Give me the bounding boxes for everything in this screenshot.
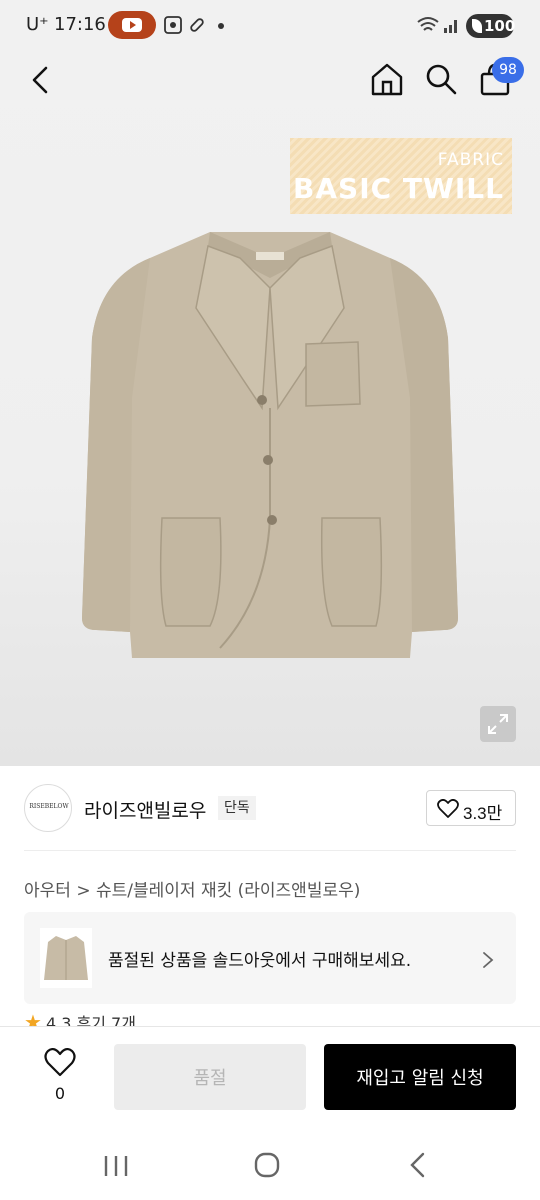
jacket-product-image bbox=[82, 232, 458, 658]
brand-like-count: 3.3만 bbox=[463, 804, 503, 823]
brand-name[interactable]: 라이즈앤빌로우 bbox=[84, 796, 206, 823]
chevron-right-icon bbox=[483, 952, 494, 968]
exclusive-badge: 단독 bbox=[218, 796, 256, 820]
youtube-notification-icon bbox=[108, 11, 156, 39]
signal-icon bbox=[444, 20, 457, 33]
restock-alert-button[interactable]: 재입고 알림 신청 bbox=[324, 1044, 516, 1110]
back-nav-icon bbox=[410, 1152, 425, 1178]
home-button[interactable] bbox=[368, 60, 406, 98]
carrier-label: U⁺ bbox=[26, 14, 49, 35]
battery-level: 100 bbox=[484, 17, 516, 35]
system-back-button[interactable] bbox=[398, 1148, 438, 1184]
breadcrumb[interactable]: 아우터 > 슈트/블레이저 재킷 (라이즈앤빌로우) bbox=[24, 876, 360, 901]
clock: 17:16 bbox=[54, 14, 106, 35]
soldout-message: 품절된 상품을 솔드아웃에서 구매해보세요. bbox=[108, 951, 412, 971]
home-icon bbox=[371, 63, 403, 96]
home-circle-icon bbox=[254, 1152, 280, 1178]
back-button[interactable] bbox=[26, 62, 58, 98]
search-button[interactable] bbox=[422, 60, 460, 98]
notification-dot bbox=[218, 23, 224, 29]
pill-icon bbox=[190, 18, 204, 32]
screenshot-icon bbox=[164, 16, 182, 34]
wishlist-count: 0 bbox=[54, 1084, 66, 1103]
brand-logo[interactable]: RISEBELOW bbox=[24, 784, 72, 832]
status-bar: U⁺ 17:16 100 bbox=[0, 0, 540, 52]
battery-saver-icon bbox=[472, 19, 482, 33]
heart-icon bbox=[437, 799, 459, 818]
battery-indicator: 100 bbox=[466, 14, 516, 38]
search-icon bbox=[426, 64, 457, 95]
system-home-button[interactable] bbox=[247, 1148, 287, 1184]
fabric-name: BASIC TWILL bbox=[293, 172, 504, 205]
brand-like-button[interactable]: 3.3만 bbox=[426, 790, 516, 826]
fabric-label: FABRIC bbox=[437, 150, 504, 170]
expand-icon bbox=[488, 714, 508, 734]
soldout-button: 품절 bbox=[114, 1044, 306, 1110]
recent-apps-button[interactable] bbox=[96, 1148, 136, 1184]
back-icon bbox=[32, 66, 48, 94]
soldout-banner[interactable]: 품절된 상품을 솔드아웃에서 구매해보세요. bbox=[24, 912, 516, 1004]
recent-apps-icon bbox=[104, 1156, 128, 1176]
brand-logo-text: RISEBELOW bbox=[29, 803, 69, 810]
expand-image-button[interactable] bbox=[480, 706, 516, 742]
cart-count-badge: 98 bbox=[492, 57, 524, 83]
divider bbox=[24, 850, 516, 851]
wifi-icon bbox=[417, 17, 439, 31]
fabric-badge: FABRIC BASIC TWILL bbox=[290, 138, 512, 214]
heart-icon bbox=[44, 1048, 76, 1077]
product-thumbnail bbox=[40, 928, 92, 988]
